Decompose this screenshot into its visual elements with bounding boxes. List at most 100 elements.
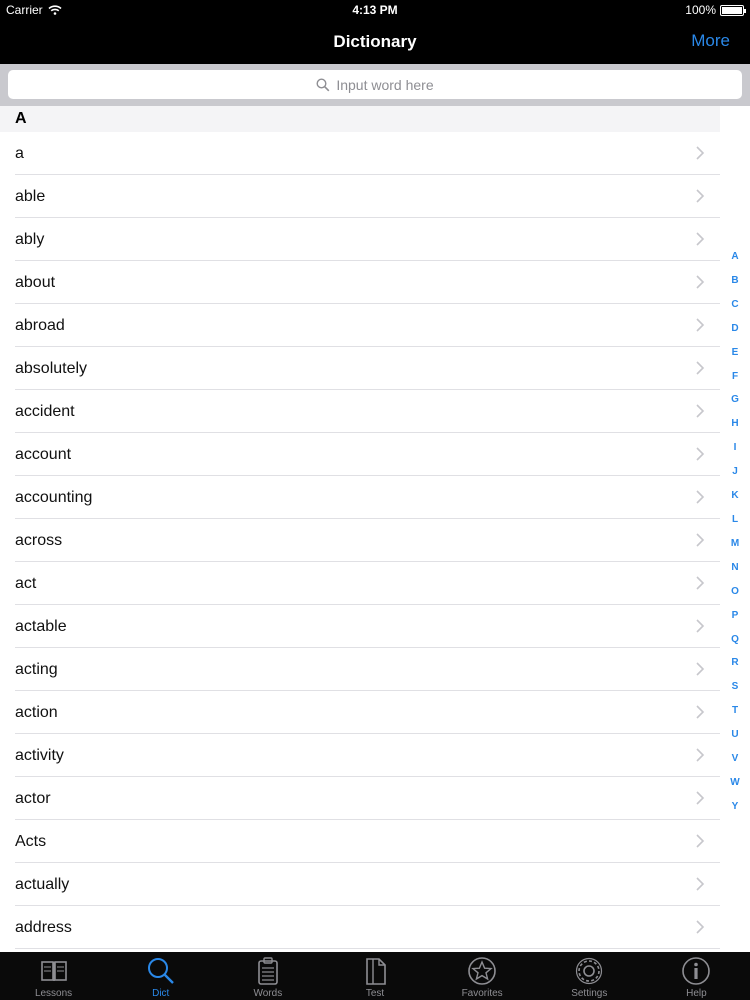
index-letter-c[interactable]: C — [731, 298, 738, 312]
index-letter-n[interactable]: N — [731, 561, 738, 575]
star-icon — [468, 957, 496, 985]
chevron-right-icon — [696, 361, 705, 375]
tab-settings[interactable]: Settings — [536, 952, 643, 1000]
more-button[interactable]: More — [691, 31, 730, 51]
word-row-acts[interactable]: Acts — [0, 820, 720, 863]
tab-lessons[interactable]: Lessons — [0, 952, 107, 1000]
index-letter-d[interactable]: D — [731, 322, 738, 336]
word-rows: a able ably about abroad absolutely accident ac… — [0, 132, 720, 949]
search-placeholder: Input word here — [336, 76, 434, 93]
word-row-act[interactable]: act — [0, 562, 720, 605]
index-letter-i[interactable]: I — [734, 441, 737, 455]
word-row-action[interactable]: action — [0, 691, 720, 734]
word-row-abroad[interactable]: abroad — [0, 304, 720, 347]
index-letter-j[interactable]: J — [732, 465, 738, 479]
chevron-right-icon — [696, 705, 705, 719]
gear-icon — [576, 957, 603, 985]
index-letter-f[interactable]: F — [732, 370, 738, 384]
tab-label: Lessons — [34, 988, 73, 999]
word-row-actable[interactable]: actable — [0, 605, 720, 648]
word-row-a[interactable]: a — [0, 132, 720, 175]
tab-help[interactable]: Help — [643, 952, 750, 1000]
tab-label: Settings — [571, 988, 608, 999]
index-letter-s[interactable]: S — [732, 680, 739, 694]
info-icon — [682, 957, 711, 985]
word-label: act — [15, 574, 37, 592]
word-label: across — [15, 531, 63, 549]
index-letter-p[interactable]: P — [732, 609, 739, 623]
chevron-right-icon — [696, 662, 705, 676]
tab-label: Favorites — [461, 988, 503, 999]
index-letter-a[interactable]: A — [731, 250, 738, 264]
index-letter-o[interactable]: O — [731, 585, 739, 599]
word-list[interactable]: A a able ably about abroad absolutely accident… — [0, 106, 720, 952]
word-label: absolutely — [15, 359, 88, 377]
index-letter-e[interactable]: E — [732, 346, 739, 360]
battery: 100% — [685, 3, 746, 17]
word-row-across[interactable]: across — [0, 519, 720, 562]
battery-percent: 100% — [685, 3, 716, 17]
word-label: ably — [15, 230, 45, 248]
tab-label: Help — [686, 988, 707, 999]
tab-test[interactable]: Test — [321, 952, 428, 1000]
index-letter-l[interactable]: L — [732, 513, 738, 527]
word-row-actor[interactable]: actor — [0, 777, 720, 820]
word-row-address[interactable]: address — [0, 906, 720, 949]
chevron-right-icon — [696, 877, 705, 891]
tab-favorites[interactable]: Favorites — [429, 952, 536, 1000]
chevron-right-icon — [696, 619, 705, 633]
alphabet-index[interactable]: ABCDEFGHIJKLMNOPQRSTUVWY — [720, 250, 750, 814]
tab-dict[interactable]: Dict — [107, 952, 214, 1000]
word-label: Acts — [15, 832, 47, 850]
word-label: address — [15, 918, 72, 936]
page-title: Dictionary — [333, 32, 417, 51]
search-input[interactable]: Input word here — [8, 70, 742, 99]
chevron-right-icon — [696, 533, 705, 547]
search-bar: Input word here — [0, 64, 750, 106]
word-label: actor — [15, 789, 51, 807]
chevron-right-icon — [696, 834, 705, 848]
index-letter-y[interactable]: Y — [732, 800, 739, 814]
word-row-about[interactable]: about — [0, 261, 720, 304]
search-icon — [316, 77, 330, 91]
battery-icon — [720, 4, 746, 16]
index-letter-h[interactable]: H — [731, 417, 738, 431]
word-row-accident[interactable]: accident — [0, 390, 720, 433]
word-label: a — [15, 144, 24, 162]
index-letter-k[interactable]: K — [731, 489, 738, 503]
word-label: account — [15, 445, 72, 463]
chevron-right-icon — [696, 791, 705, 805]
word-label: action — [15, 703, 58, 721]
index-letter-v[interactable]: V — [732, 752, 739, 766]
word-label: actually — [15, 875, 70, 893]
word-row-absolutely[interactable]: absolutely — [0, 347, 720, 390]
status-time: 4:13 PM — [352, 3, 398, 17]
index-letter-q[interactable]: Q — [731, 633, 739, 647]
index-letter-m[interactable]: M — [731, 537, 739, 551]
index-letter-b[interactable]: B — [731, 274, 738, 288]
word-label: activity — [15, 746, 64, 764]
word-row-ably[interactable]: ably — [0, 218, 720, 261]
word-row-able[interactable]: able — [0, 175, 720, 218]
section-header: A — [0, 106, 720, 132]
status-bar: Carrier 4:13 PM 100% — [0, 0, 750, 20]
chevron-right-icon — [696, 490, 705, 504]
index-letter-r[interactable]: R — [731, 656, 738, 670]
index-letter-t[interactable]: T — [732, 704, 738, 718]
word-label: about — [15, 273, 56, 291]
word-row-activity[interactable]: activity — [0, 734, 720, 777]
tab-words[interactable]: Words — [214, 952, 321, 1000]
word-row-accounting[interactable]: accounting — [0, 476, 720, 519]
chevron-right-icon — [696, 404, 705, 418]
word-row-account[interactable]: account — [0, 433, 720, 476]
navigation-bar: Dictionary More — [0, 20, 750, 64]
index-letter-g[interactable]: G — [731, 393, 739, 407]
word-row-acting[interactable]: acting — [0, 648, 720, 691]
word-row-actually[interactable]: actually — [0, 863, 720, 906]
index-letter-w[interactable]: W — [730, 776, 739, 790]
search-icon — [147, 958, 174, 984]
book-icon — [40, 961, 67, 981]
chevron-right-icon — [696, 576, 705, 590]
word-label: accounting — [15, 488, 93, 506]
index-letter-u[interactable]: U — [731, 728, 738, 742]
